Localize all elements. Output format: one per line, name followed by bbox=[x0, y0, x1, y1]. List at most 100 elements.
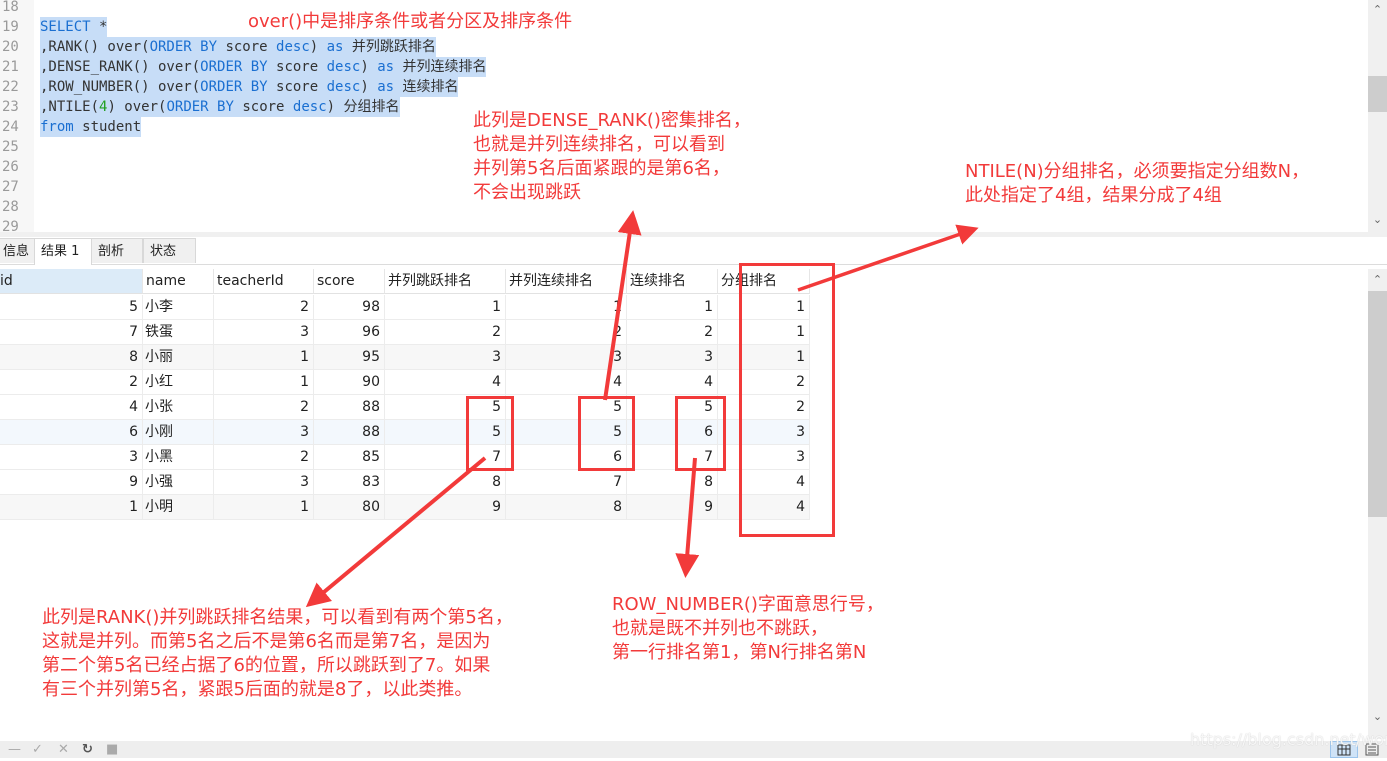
table-cell[interactable]: 95 bbox=[314, 345, 385, 370]
scroll-down-icon[interactable]: ⌄ bbox=[1368, 212, 1387, 228]
sql-text: ) over( bbox=[107, 99, 167, 115]
sql-text: ,ROW_NUMBER() over( bbox=[40, 79, 201, 95]
table-cell[interactable]: 83 bbox=[314, 470, 385, 495]
table-cell[interactable]: 3 bbox=[214, 470, 314, 495]
table-cell[interactable]: 2 bbox=[506, 320, 627, 345]
scroll-up-icon[interactable]: ⌃ bbox=[1368, 2, 1387, 18]
sql-keyword: from bbox=[40, 119, 74, 135]
table-cell[interactable]: 96 bbox=[314, 320, 385, 345]
note-line: 此列是RANK()并列跳跃排名结果，可以看到有两个第5名， bbox=[42, 607, 513, 628]
table-cell[interactable]: 88 bbox=[314, 420, 385, 445]
table-cell[interactable]: 3 bbox=[506, 345, 627, 370]
table-cell[interactable]: 小明 bbox=[143, 495, 214, 520]
column-header-6[interactable]: 连续排名 bbox=[627, 269, 718, 294]
refresh-icon[interactable]: ↻ bbox=[82, 743, 93, 757]
table-cell[interactable]: 88 bbox=[314, 395, 385, 420]
note-line: 这就是并列。而第5名之后不是第6名而是第7名，是因为 bbox=[42, 631, 491, 652]
table-cell[interactable]: 8 bbox=[385, 470, 506, 495]
table-cell[interactable]: 1 bbox=[385, 295, 506, 320]
table-cell[interactable]: 2 bbox=[214, 445, 314, 470]
table-cell[interactable]: 3 bbox=[214, 420, 314, 445]
table-cell[interactable]: 80 bbox=[314, 495, 385, 520]
table-cell[interactable]: 铁蛋 bbox=[143, 320, 214, 345]
table-cell[interactable]: 4 bbox=[627, 370, 718, 395]
line-number: 23 bbox=[2, 99, 19, 115]
table-cell[interactable]: 3 bbox=[627, 345, 718, 370]
sql-keyword: ORDER BY bbox=[200, 59, 268, 75]
table-cell[interactable]: 8 bbox=[0, 345, 143, 370]
table-cell[interactable]: 8 bbox=[627, 470, 718, 495]
editor-scrollbar[interactable]: ⌃ ⌄ bbox=[1368, 0, 1387, 232]
table-cell[interactable]: 5 bbox=[0, 295, 143, 320]
delete-record-icon[interactable]: — bbox=[8, 743, 21, 757]
table-cell[interactable]: 2 bbox=[0, 370, 143, 395]
stop-icon[interactable]: ■ bbox=[106, 743, 118, 757]
table-cell[interactable]: 1 bbox=[627, 295, 718, 320]
table-cell[interactable]: 小刚 bbox=[143, 420, 214, 445]
line-number: 19 bbox=[2, 19, 19, 35]
table-cell[interactable]: 小黑 bbox=[143, 445, 214, 470]
table-row[interactable]: 8 小丽 1 95 3 3 3 1 bbox=[0, 345, 810, 370]
table-cell[interactable]: 8 bbox=[506, 495, 627, 520]
column-header-1[interactable]: name bbox=[143, 269, 214, 294]
table-cell[interactable]: 3 bbox=[0, 445, 143, 470]
tab-status[interactable]: 状态 bbox=[143, 238, 196, 263]
grid-scroll-thumb[interactable] bbox=[1368, 291, 1387, 517]
sql-text: * bbox=[90, 19, 108, 35]
table-cell[interactable]: 小张 bbox=[143, 395, 214, 420]
table-row[interactable]: 7 铁蛋 3 96 2 2 2 1 bbox=[0, 320, 810, 345]
table-row[interactable]: 9 小强 3 83 8 7 8 4 bbox=[0, 470, 810, 495]
table-row[interactable]: 2 小红 1 90 4 4 4 2 bbox=[0, 370, 810, 395]
table-cell[interactable]: 7 bbox=[0, 320, 143, 345]
grid-scroll-down-icon[interactable]: ⌄ bbox=[1368, 709, 1387, 725]
table-row[interactable]: 1 小明 1 80 9 8 9 4 bbox=[0, 495, 810, 520]
table-cell[interactable]: 7 bbox=[506, 470, 627, 495]
table-cell[interactable]: 1 bbox=[214, 370, 314, 395]
table-cell[interactable]: 6 bbox=[0, 420, 143, 445]
table-cell[interactable]: 3 bbox=[214, 320, 314, 345]
table-cell[interactable]: 90 bbox=[314, 370, 385, 395]
ntile-highlight-box bbox=[739, 263, 835, 537]
table-cell[interactable]: 小红 bbox=[143, 370, 214, 395]
table-cell[interactable]: 98 bbox=[314, 295, 385, 320]
table-cell[interactable]: 1 bbox=[214, 345, 314, 370]
column-header-5[interactable]: 并列连续排名 bbox=[506, 269, 627, 294]
table-cell[interactable]: 2 bbox=[214, 295, 314, 320]
table-cell[interactable]: 9 bbox=[0, 470, 143, 495]
line-number: 24 bbox=[2, 119, 19, 135]
table-cell[interactable]: 4 bbox=[385, 370, 506, 395]
column-header-3[interactable]: score bbox=[314, 269, 385, 294]
table-row[interactable]: 5 小李 2 98 1 1 1 1 bbox=[0, 295, 810, 320]
column-header-4[interactable]: 并列跳跃排名 bbox=[385, 269, 506, 294]
apply-changes-icon[interactable]: ✓ bbox=[32, 743, 43, 757]
table-cell[interactable]: 4 bbox=[506, 370, 627, 395]
table-cell[interactable]: 9 bbox=[385, 495, 506, 520]
editor-scroll-thumb[interactable] bbox=[1368, 76, 1387, 112]
table-cell[interactable]: 1 bbox=[214, 495, 314, 520]
table-cell[interactable]: 85 bbox=[314, 445, 385, 470]
table-cell[interactable]: 2 bbox=[385, 320, 506, 345]
column-header-0[interactable]: id bbox=[0, 269, 143, 294]
note-line: 不会出现跳跃 bbox=[473, 182, 581, 203]
table-cell[interactable]: 4 bbox=[0, 395, 143, 420]
discard-changes-icon[interactable]: ✕ bbox=[58, 743, 69, 757]
grid-scroll-up-icon[interactable]: ⌃ bbox=[1368, 272, 1387, 288]
column-header-2[interactable]: teacherId bbox=[214, 269, 314, 294]
tab-info[interactable]: 信息 bbox=[0, 238, 36, 263]
line-number: 22 bbox=[2, 79, 19, 95]
table-cell[interactable]: 1 bbox=[506, 295, 627, 320]
table-cell[interactable]: 2 bbox=[214, 395, 314, 420]
line-number: 26 bbox=[2, 159, 19, 175]
grid-scrollbar[interactable]: ⌃ ⌄ bbox=[1368, 269, 1387, 739]
line-number: 27 bbox=[2, 179, 19, 195]
table-cell[interactable]: 2 bbox=[627, 320, 718, 345]
tab-profile[interactable]: 剖析 bbox=[91, 238, 143, 263]
table-cell[interactable]: 3 bbox=[385, 345, 506, 370]
note-line: 第二个第5名已经占据了6的位置，所以跳跃到了7。如果 bbox=[42, 655, 491, 676]
table-cell[interactable]: 1 bbox=[0, 495, 143, 520]
table-cell[interactable]: 小丽 bbox=[143, 345, 214, 370]
tab-result-1[interactable]: 结果 1 bbox=[34, 238, 92, 265]
table-cell[interactable]: 小李 bbox=[143, 295, 214, 320]
table-cell[interactable]: 小强 bbox=[143, 470, 214, 495]
table-cell[interactable]: 9 bbox=[627, 495, 718, 520]
